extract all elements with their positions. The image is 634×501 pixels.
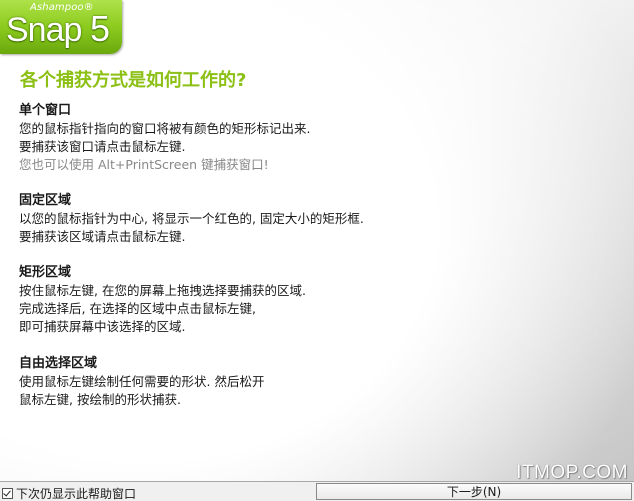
section-hint-text: 您也可以使用 Alt+PrintScreen 键捕获窗口!	[19, 157, 269, 172]
section-freehand-region: 自由选择区域 使用鼠标左键绘制任何需要的形状. 然后松开 鼠标左键, 按绘制的形…	[19, 355, 609, 409]
section-text-line: 按住鼠标左键, 在您的屏幕上拖拽选择要捕获的区域.	[19, 283, 306, 298]
help-window: Ashampoo® Snap 5 各个捕获方式是如何工作的? 单个窗口 您的鼠标…	[0, 0, 634, 501]
logo-product-name: Snap	[6, 11, 82, 49]
footer-bar: 下次仍显示此帮助窗口 下一步(N)	[0, 481, 634, 501]
snap-logo: Ashampoo® Snap 5	[0, 0, 122, 54]
section-text-line: 完成选择后, 在选择的区域中点击鼠标左键,	[19, 301, 256, 316]
page-title: 各个捕获方式是如何工作的?	[20, 70, 247, 91]
section-text-line: 要捕获该窗口请点击鼠标左键.	[19, 139, 186, 154]
checkbox-checked-icon[interactable]	[2, 488, 13, 499]
section-text-line: 您的鼠标指针指向的窗口将被有颜色的矩形标记出来.	[19, 121, 311, 136]
section-text-line: 鼠标左键, 按绘制的形状捕获.	[19, 392, 181, 407]
show-help-checkbox-label[interactable]: 下次仍显示此帮助窗口	[16, 485, 136, 501]
section-single-window: 单个窗口 您的鼠标指针指向的窗口将被有颜色的矩形标记出来. 要捕获该窗口请点击鼠…	[19, 102, 609, 174]
section-fixed-region: 固定区域 以您的鼠标指针为中心, 将显示一个红色的, 固定大小的矩形框. 要捕获…	[19, 192, 609, 246]
section-title: 单个窗口	[19, 103, 72, 118]
section-text-line: 即可捕获屏幕中该选择的区域.	[19, 319, 186, 334]
logo-version-number: 5	[90, 8, 111, 49]
section-text-line: 使用鼠标左键绘制任何需要的形状. 然后松开	[19, 374, 265, 389]
section-text-line: 要捕获该区域请点击鼠标左键.	[19, 229, 186, 244]
section-title: 固定区域	[19, 193, 72, 208]
section-title: 矩形区域	[19, 265, 72, 280]
section-rectangle-region: 矩形区域 按住鼠标左键, 在您的屏幕上拖拽选择要捕获的区域. 完成选择后, 在选…	[19, 264, 609, 336]
section-text-line: 以您的鼠标指针为中心, 将显示一个红色的, 固定大小的矩形框.	[19, 211, 364, 226]
next-button[interactable]: 下一步(N)	[316, 483, 632, 500]
section-title: 自由选择区域	[19, 356, 98, 371]
show-help-checkbox[interactable]: 下次仍显示此帮助窗口	[2, 485, 136, 501]
